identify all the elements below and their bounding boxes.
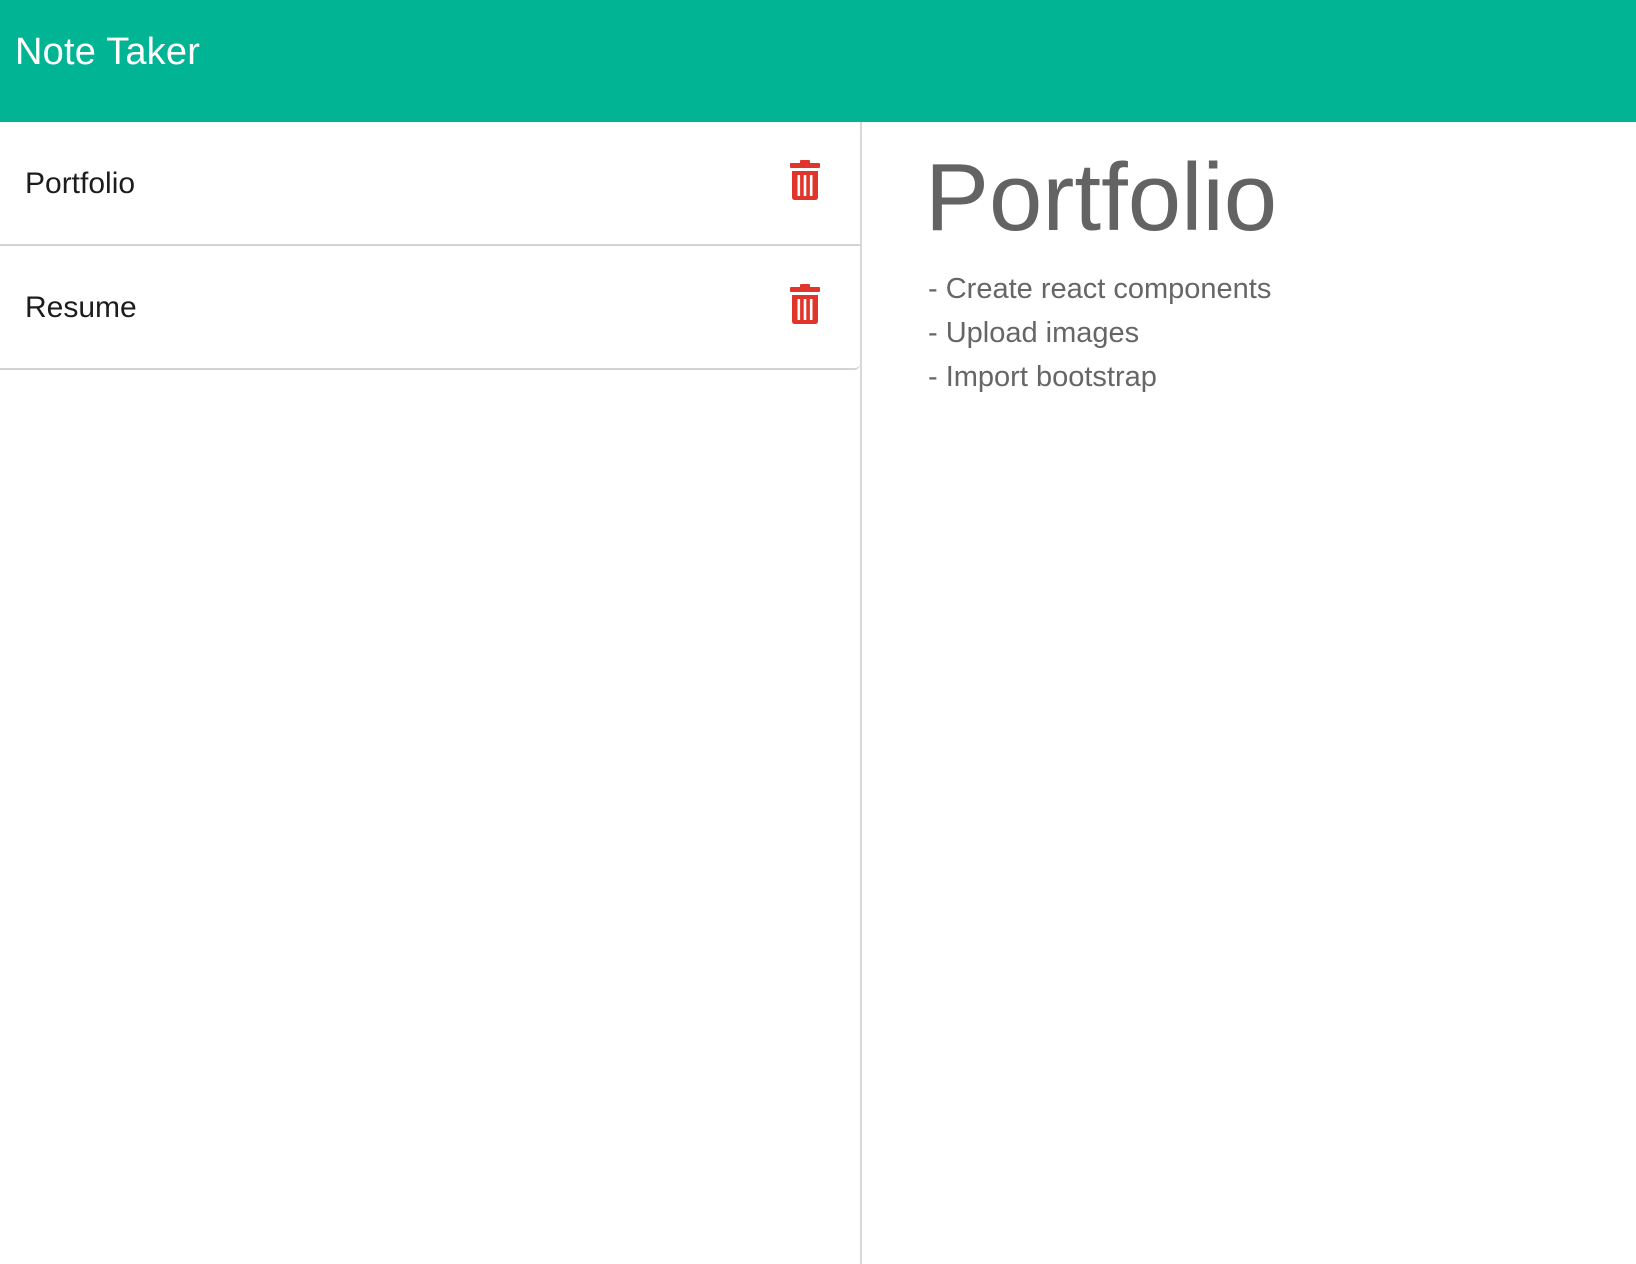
note-viewer: Portfolio - Create react components - Up…	[864, 122, 1636, 1264]
list-item[interactable]: Portfolio	[0, 122, 860, 246]
navbar: Note Taker	[0, 0, 1636, 122]
note-title-display[interactable]: Portfolio	[925, 140, 1636, 255]
note-text-line: - Upload images	[928, 317, 1140, 350]
app-title[interactable]: Note Taker	[15, 31, 200, 74]
note-title: Portfolio	[25, 167, 136, 200]
note-text-display[interactable]: - Create react components - Upload image…	[928, 267, 1636, 399]
note-text-line: - Create react components	[928, 273, 1272, 306]
note-list: Portfolio Resume	[0, 122, 860, 370]
note-title: Resume	[25, 291, 137, 324]
note-text-line: - Import bootstrap	[928, 361, 1157, 394]
trash-icon[interactable]	[789, 160, 821, 200]
trash-icon[interactable]	[789, 284, 821, 324]
note-list-panel: Portfolio Resume	[0, 122, 862, 1264]
list-item[interactable]: Resume	[0, 246, 860, 370]
